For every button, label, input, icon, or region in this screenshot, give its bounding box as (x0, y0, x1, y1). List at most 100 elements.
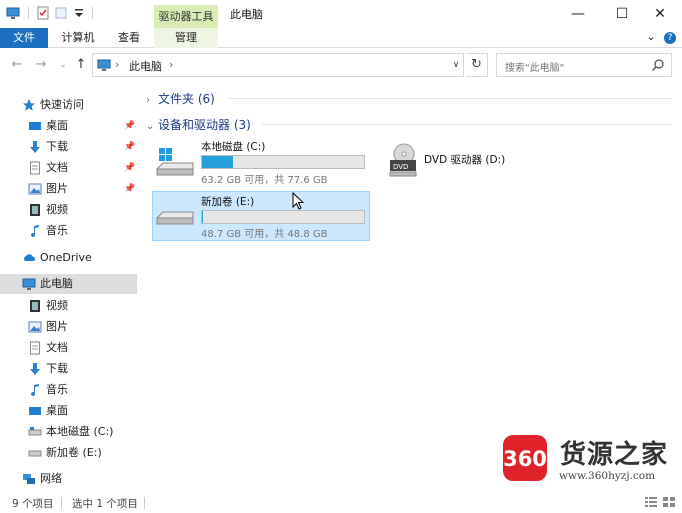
desktop-icon (29, 122, 41, 130)
sidebar-item-pc-documents[interactable]: 文档 (0, 338, 137, 358)
dvd-drive-icon: DVD (389, 143, 417, 177)
sidebar-item-downloads[interactable]: 下载 📌 (0, 137, 137, 157)
sidebar-item-pc-videos[interactable]: 视频 (0, 296, 137, 316)
search-input[interactable]: 搜索"此电脑" (496, 53, 672, 77)
sidebar-item-label: 下载 (46, 362, 68, 375)
drive-name: 新加卷 (E:) (201, 196, 255, 208)
drive-icon (28, 427, 42, 436)
group-header-devices[interactable]: ⌄ 设备和驱动器 (3) (146, 116, 251, 133)
group-divider (262, 124, 672, 125)
videos-icon (30, 300, 40, 312)
sidebar-item-videos[interactable]: 视频 (0, 200, 137, 220)
forward-button[interactable]: → (32, 55, 50, 75)
tab-manage[interactable]: 管理 (154, 28, 218, 48)
sidebar-item-drive-c[interactable]: 本地磁盘 (C:) (0, 422, 137, 442)
sidebar-item-label: 视频 (46, 203, 68, 216)
status-separator (61, 497, 62, 509)
ribbon-tabs: 文件 计算机 查看 管理 ⌄ ? (0, 28, 682, 48)
svg-text:DVD: DVD (393, 163, 408, 171)
mouse-cursor-icon (292, 192, 305, 210)
search-icon[interactable] (651, 58, 665, 72)
sidebar-item-pictures[interactable]: 图片 📌 (0, 179, 137, 199)
sidebar-item-label: 桌面 (46, 119, 68, 132)
drive-c[interactable]: 本地磁盘 (C:) 63.2 GB 可用，共 77.6 GB (153, 137, 369, 186)
tab-computer[interactable]: 计算机 (52, 28, 104, 48)
sidebar-item-pc-pictures[interactable]: 图片 (0, 317, 137, 337)
sidebar-item-label: 新加卷 (E:) (46, 446, 102, 459)
breadcrumb-this-pc[interactable]: 此电脑 (129, 58, 162, 74)
sidebar-item-label: 文档 (46, 161, 68, 174)
customize-quick-access-icon[interactable] (72, 6, 86, 20)
properties-icon[interactable] (36, 6, 50, 20)
computer-icon[interactable] (6, 6, 20, 20)
group-divider (228, 98, 672, 99)
watermark-url: www.360hyzj.com (559, 470, 656, 482)
sidebar-item-network[interactable]: 网络 (0, 469, 137, 489)
chevron-right-icon: › (146, 95, 150, 106)
sidebar-item-label: 音乐 (46, 224, 68, 237)
sidebar-item-pc-music[interactable]: 音乐 (0, 380, 137, 400)
breadcrumb-separator[interactable]: › (115, 58, 119, 71)
music-icon (31, 225, 39, 238)
sidebar-item-music[interactable]: 音乐 (0, 221, 137, 241)
sidebar-item-onedrive[interactable]: OneDrive (0, 248, 137, 268)
videos-icon (30, 204, 40, 216)
cloud-icon (24, 254, 35, 261)
sidebar-item-label: 视频 (46, 299, 68, 312)
expand-ribbon-icon[interactable]: ⌄ (644, 30, 658, 44)
minimize-button[interactable]: — (556, 0, 600, 28)
tab-view[interactable]: 查看 (108, 28, 150, 48)
large-icons-view-icon[interactable] (662, 496, 676, 508)
up-button[interactable]: ↑ (72, 55, 90, 75)
sidebar-item-pc-desktop[interactable]: 桌面 (0, 401, 137, 421)
sidebar-item-pc-downloads[interactable]: 下载 (0, 359, 137, 379)
watermark-logo-text: 360 (503, 447, 547, 471)
windows-drive-icon (156, 148, 194, 176)
details-view-icon[interactable] (644, 496, 658, 508)
drive-e[interactable]: 新加卷 (E:) 48.7 GB 可用，共 48.8 GB (152, 191, 370, 241)
drive-icon (28, 450, 42, 457)
computer-icon (22, 278, 36, 290)
drive-space-info: 63.2 GB 可用，共 77.6 GB (201, 175, 328, 186)
tab-file[interactable]: 文件 (0, 28, 48, 48)
address-bar[interactable]: › 此电脑 › ∨ (92, 53, 464, 77)
drive-d[interactable]: DVD DVD 驱动器 (D:) (376, 140, 536, 184)
group-title: 文件夹 (6) (158, 92, 215, 106)
sidebar-item-label: 网络 (40, 472, 62, 485)
computer-icon (97, 59, 111, 71)
status-item-count: 9 个项目 (12, 498, 54, 510)
quick-access-separator (28, 7, 29, 19)
breadcrumb-separator-end[interactable]: › (169, 58, 173, 71)
address-dropdown-icon[interactable]: ∨ (449, 57, 463, 73)
sidebar-item-documents[interactable]: 文档 📌 (0, 158, 137, 178)
pictures-icon (28, 321, 42, 333)
pin-icon: 📌 (124, 163, 136, 173)
sidebar-item-desktop[interactable]: 桌面 📌 (0, 116, 137, 136)
recent-locations-button[interactable]: ⌄ (54, 55, 72, 75)
sidebar-item-label: 此电脑 (40, 277, 73, 290)
drive-usage-bar (201, 210, 365, 224)
close-button[interactable]: ✕ (638, 0, 682, 28)
music-icon (31, 384, 39, 397)
sidebar-item-this-pc[interactable]: 此电脑 (0, 274, 137, 294)
new-folder-icon[interactable] (54, 6, 68, 20)
back-button[interactable]: ← (8, 55, 26, 75)
drive-name: DVD 驱动器 (D:) (424, 154, 506, 166)
download-icon (30, 363, 40, 375)
sidebar-item-label: 图片 (46, 320, 68, 333)
pin-icon: 📌 (124, 184, 136, 194)
sidebar-item-label: 文档 (46, 341, 68, 354)
help-icon[interactable]: ? (664, 32, 676, 44)
chevron-down-icon: ⌄ (146, 121, 155, 132)
refresh-button[interactable]: ↻ (466, 53, 488, 77)
sidebar-item-quick-access[interactable]: 快速访问 (0, 95, 137, 115)
sidebar-item-label: 音乐 (46, 383, 68, 396)
pictures-icon (28, 183, 42, 195)
network-icon (23, 474, 35, 484)
navigation-pane: 快速访问 桌面 📌 下载 📌 文档 📌 图片 📌 视频 音乐 OneDrive … (0, 84, 137, 490)
group-header-folders[interactable]: › 文件夹 (6) (146, 90, 215, 107)
quick-access-separator-2 (92, 7, 93, 19)
document-icon (30, 161, 40, 175)
sidebar-item-drive-e[interactable]: 新加卷 (E:) (0, 443, 137, 463)
drive-usage-fill (202, 156, 233, 168)
